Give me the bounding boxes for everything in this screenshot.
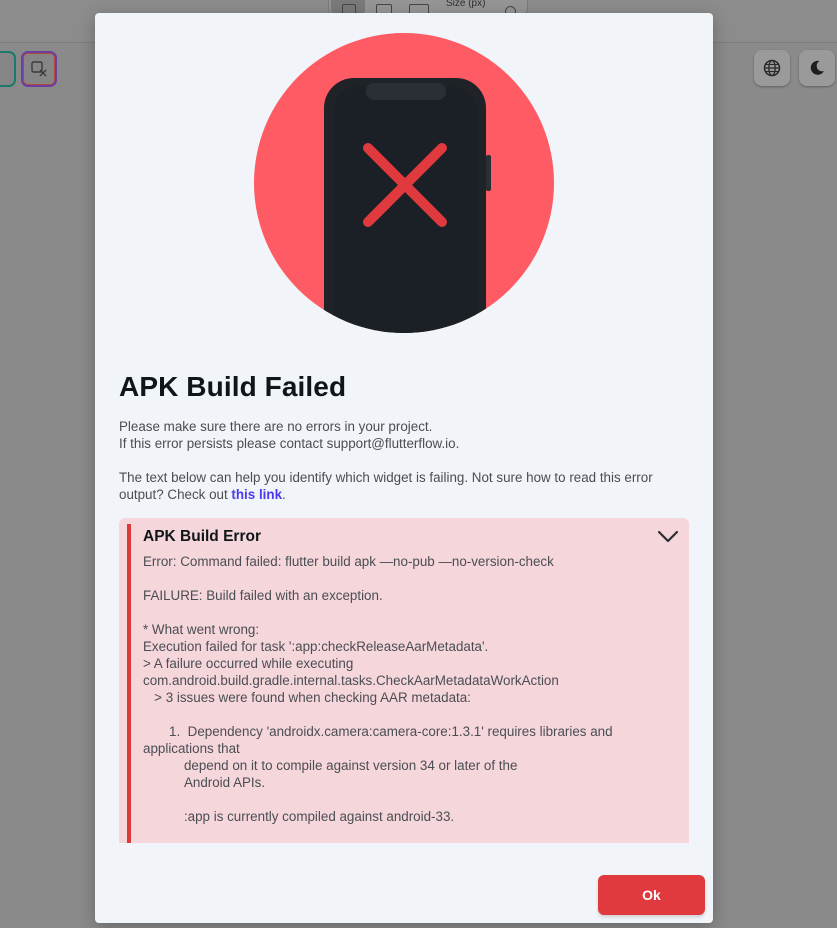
error-panel-title: APK Build Error [143,528,261,545]
theme-toggle-button [799,50,835,86]
widget-tool-icon [31,61,47,77]
build-failed-dialog: APK Build Failed Please make sure there … [95,13,713,923]
help-link[interactable]: this link [231,487,282,502]
dialog-description: Please make sure there are no errors in … [119,418,689,503]
description-line-2: If this error persists please contact su… [119,436,460,451]
phone-error-illustration [254,33,554,333]
globe-icon [763,59,781,77]
help-text-body: The text below can help you identify whi… [119,470,653,502]
ok-button[interactable]: Ok [598,875,705,915]
help-text-suffix: . [282,487,286,502]
moon-icon [810,60,824,75]
error-accent-bar [127,524,131,843]
error-output: Error: Command failed: flutter build apk… [143,554,613,824]
chevron-down-icon[interactable] [657,530,679,544]
dialog-title: APK Build Failed [119,371,347,402]
help-text: The text below can help you identify whi… [119,469,689,503]
left-tool-button [0,51,16,87]
language-button [754,50,790,86]
error-panel: APK Build Error Error: Command failed: f… [119,518,689,843]
widget-tool-button [21,51,57,87]
description-line-1: Please make sure there are no errors in … [119,419,433,434]
size-label: Size (px) [446,0,486,9]
